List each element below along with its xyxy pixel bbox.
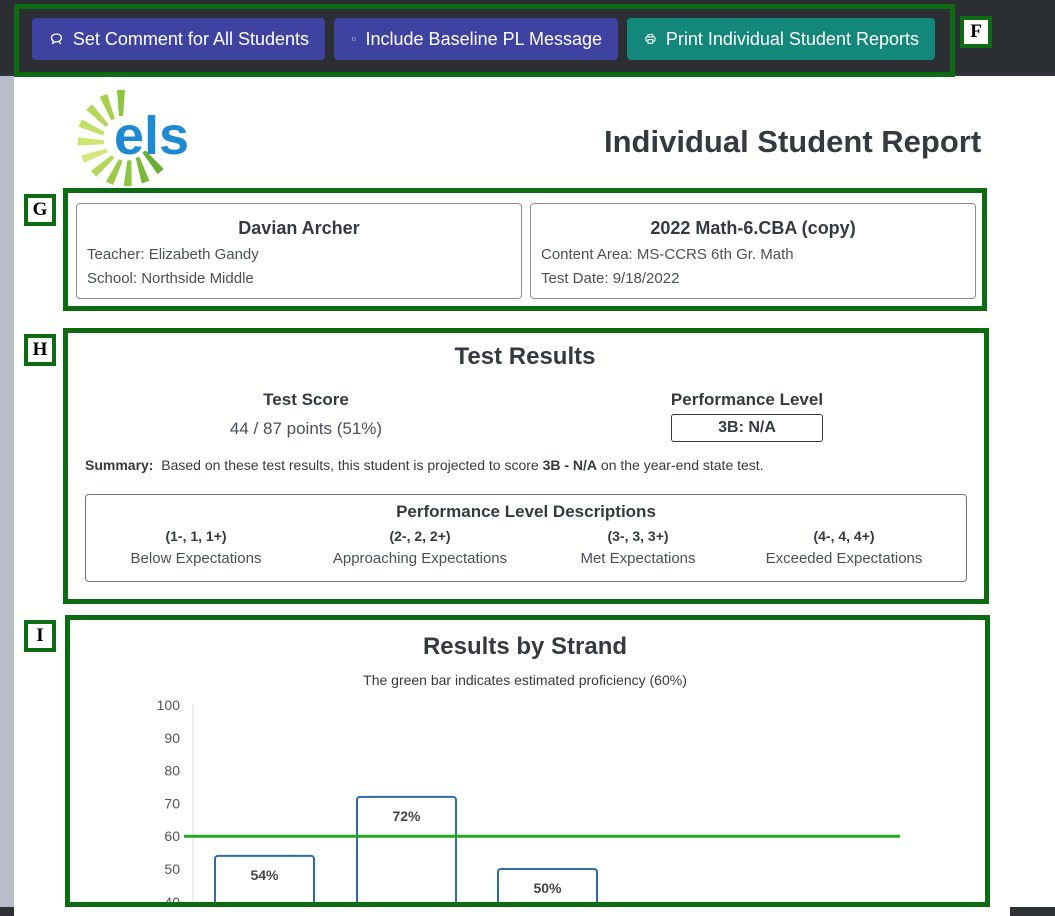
- els-logo: els: [77, 90, 189, 186]
- annotation-tag-i: I: [24, 620, 56, 652]
- annotation-tag-h: H: [24, 334, 56, 366]
- highlight-box-f: [14, 4, 955, 77]
- highlight-box-i: [65, 615, 990, 907]
- right-margin: [1010, 76, 1055, 907]
- page-title: Individual Student Report: [604, 124, 982, 159]
- left-edge: [0, 76, 14, 907]
- highlight-box-g: [63, 188, 987, 311]
- highlight-box-h: [63, 328, 989, 604]
- annotation-tag-f: F: [960, 16, 992, 48]
- annotation-tag-g: G: [24, 194, 56, 226]
- logo-text: els: [114, 106, 189, 166]
